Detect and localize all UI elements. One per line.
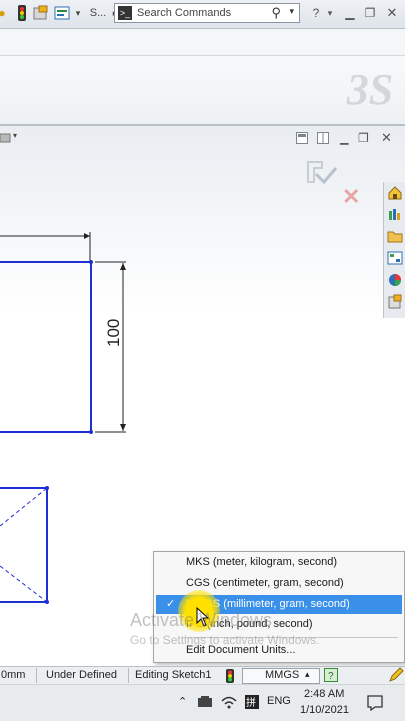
search-placeholder: Search Commands <box>137 7 232 19</box>
clock-time[interactable]: 2:48 AM <box>304 688 344 700</box>
sketch-point <box>89 430 93 434</box>
search-icon[interactable]: ⚲ <box>271 5 281 21</box>
construction-line <box>0 565 48 603</box>
minimize-icon[interactable]: ▁ <box>342 5 358 21</box>
tray-app-icon[interactable] <box>197 696 213 711</box>
watermark-title: Activate Windows <box>130 610 273 630</box>
input-method-icon[interactable]: 拼 <box>244 694 260 713</box>
unit-caret-icon: ▴ <box>305 669 310 679</box>
clock-date[interactable]: 1/10/2021 <box>300 704 349 716</box>
dimension-arrow <box>84 233 90 239</box>
status-divider <box>128 668 129 683</box>
watermark-subtitle: Go to Settings to activate Windows. <box>130 633 320 647</box>
svg-text:拼: 拼 <box>246 696 256 709</box>
notifications-icon[interactable] <box>367 695 383 714</box>
wifi-icon[interactable] <box>221 695 237 712</box>
search-dropdown-icon[interactable]: ▾ <box>289 6 294 17</box>
command-manager-tabs <box>0 29 405 56</box>
close-icon[interactable]: ✕ <box>384 5 400 21</box>
activate-windows-watermark: Activate Windows Go to Settings to activ… <box>130 610 400 647</box>
status-bar: 0mm Under Defined Editing Sketch1 MMGS ▴… <box>0 666 405 685</box>
status-coordinate: 0mm <box>1 669 26 681</box>
windows-taskbar: ⌃ 拼 ENG 2:48 AM 1/10/2021 <box>0 684 405 721</box>
unit-system-button[interactable]: MMGS ▴ <box>242 668 320 684</box>
menu-item-mks[interactable]: MKS (meter, kilogram, second) <box>154 553 404 572</box>
help-dropdown-icon[interactable]: ▾ <box>322 5 338 21</box>
dimension-arrow <box>120 424 126 431</box>
title-bar: ● ▾ S... ▸ >_ Search Commands ⚲ ▾ ? ▾ ▁ … <box>0 0 405 29</box>
search-commands-input[interactable]: >_ Search Commands ⚲ ▾ <box>114 3 300 23</box>
status-sketch-state: Under Defined <box>46 669 117 681</box>
command-icon: >_ <box>118 6 132 20</box>
language-indicator[interactable]: ENG <box>267 695 291 707</box>
dimension-arrow <box>120 263 126 270</box>
sketch-point <box>89 260 93 264</box>
status-divider <box>36 668 37 683</box>
form-icon[interactable] <box>54 5 70 21</box>
tray-overflow-icon[interactable]: ⌃ <box>178 695 187 708</box>
brand-logo: 3S <box>346 65 394 114</box>
construction-line <box>0 487 48 527</box>
dropdown-arrow-icon[interactable]: ▾ <box>70 5 86 21</box>
traffic-light-icon[interactable] <box>14 5 30 21</box>
options-icon[interactable] <box>33 5 49 21</box>
restore-icon[interactable]: ❐ <box>362 5 378 21</box>
svg-text:?: ? <box>328 671 334 682</box>
status-mode: Editing Sketch1 <box>135 669 212 681</box>
quick-tips-icon[interactable]: ? <box>324 668 338 685</box>
dimension-value-100[interactable]: 100 <box>99 319 129 347</box>
bulb-icon[interactable]: ● <box>0 5 10 21</box>
truncated-toolbar-label[interactable]: S... <box>87 5 109 21</box>
